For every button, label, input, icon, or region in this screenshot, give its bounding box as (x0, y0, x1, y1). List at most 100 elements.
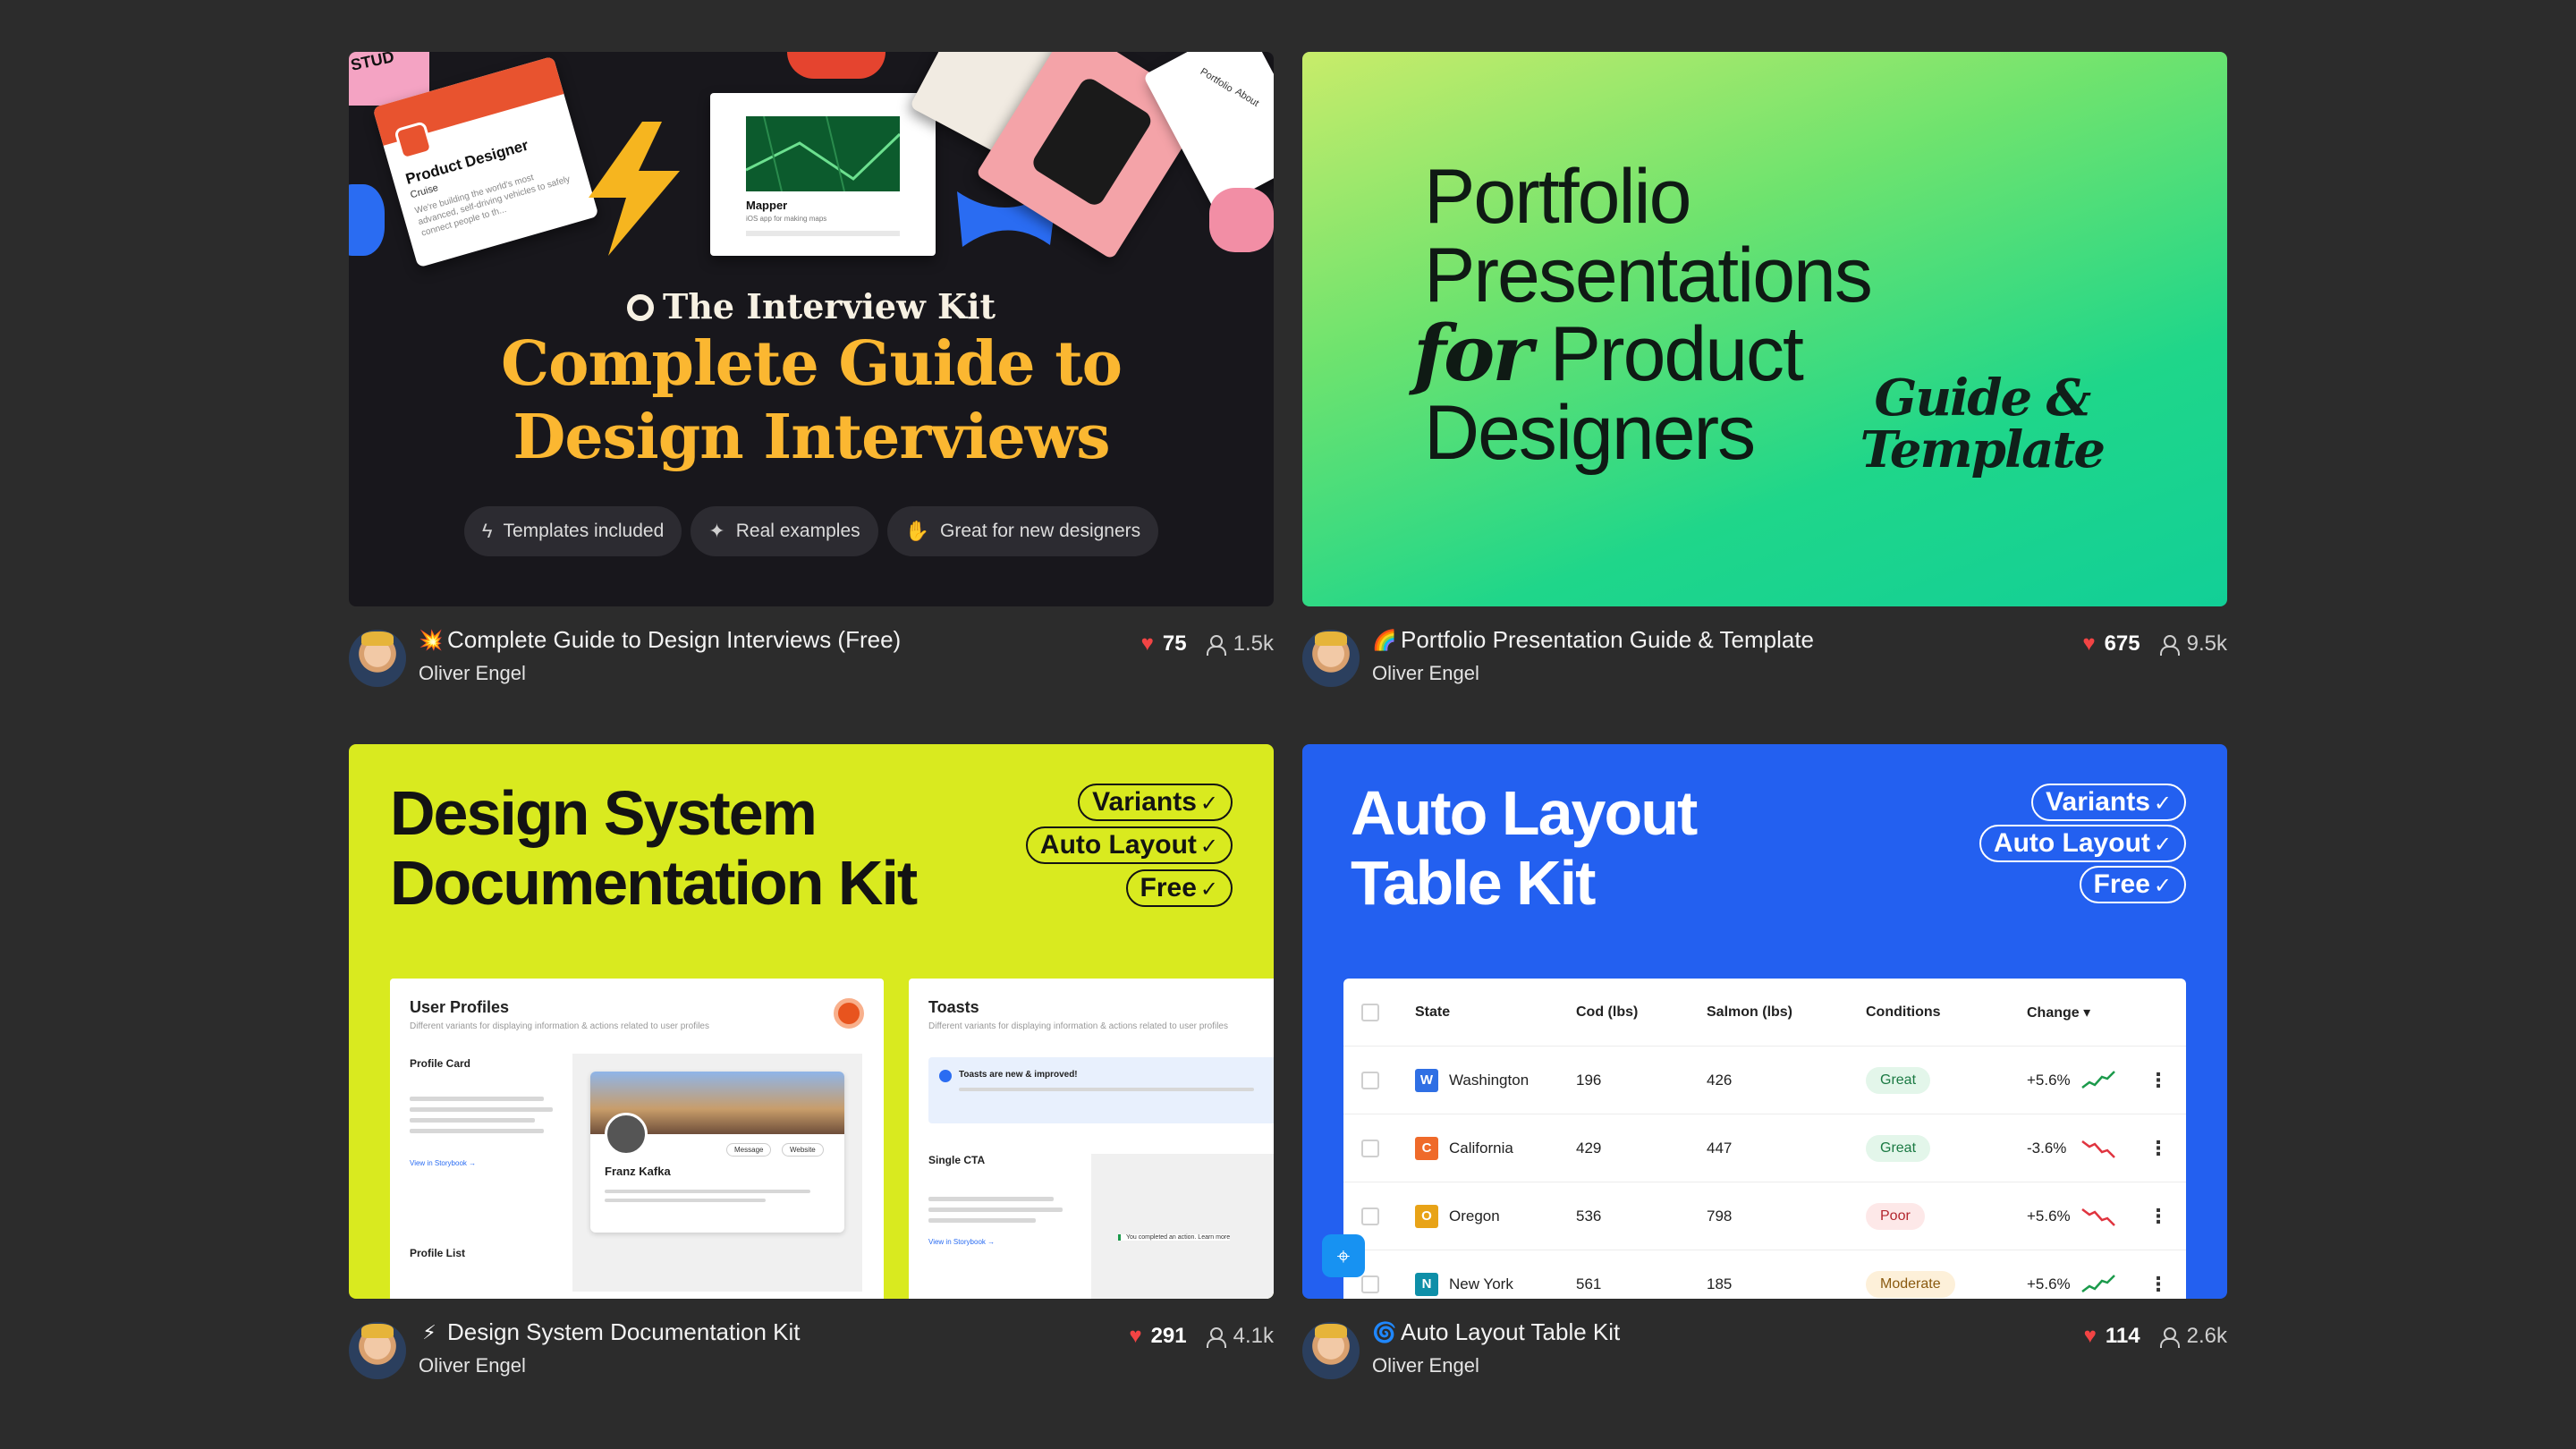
table-row[interactable]: N New York 561 185 Moderate +5.6% ⋮ (1343, 1250, 2186, 1299)
card-title[interactable]: Portfolio Presentation Guide & Template (1401, 626, 1814, 654)
fish-table: State Cod (lbs) Salmon (lbs) Conditions … (1343, 979, 2186, 1299)
row-menu-icon[interactable]: ⋮ (2148, 1137, 2168, 1160)
app-title: Mapper (746, 199, 788, 212)
tag-variants: Variants ✓ (1078, 784, 1233, 821)
doc-section: Profile List (410, 1247, 466, 1259)
table-row[interactable]: W Washington 196 426 Great +5.6% ⋮ (1343, 1046, 2186, 1114)
check-icon: ✓ (1199, 835, 1218, 859)
profile-preview: Franz Kafka Message Website (572, 1054, 862, 1292)
header-state[interactable]: State (1415, 1004, 1450, 1021)
app-text: iOS app for making maps (746, 215, 827, 223)
headline-line-3: for Product (1413, 315, 1871, 394)
file-card-auto-layout-table[interactable]: Auto Layout Table Kit Variants ✓ Auto Lay… (1302, 744, 2227, 1390)
card-title-row: 🌈 Portfolio Presentation Guide & Templat… (1372, 626, 1814, 654)
heart-icon[interactable]: ♥ (1141, 631, 1154, 657)
headline-italic: for (1413, 309, 1533, 399)
tag-auto-layout: Auto Layout ✓ (1025, 826, 1233, 864)
interview-kit-logo: The Interview Kit (349, 286, 1274, 326)
cell-change: -3.6% (2027, 1139, 2067, 1157)
message-button[interactable]: Message (726, 1143, 772, 1157)
doc-link[interactable]: View in Storybook → (410, 1159, 476, 1167)
doc-line (959, 1088, 1254, 1091)
row-checkbox[interactable] (1361, 1071, 1379, 1089)
tag-variants: Variants ✓ (2031, 784, 2186, 821)
condition-badge: Moderate (1866, 1270, 1955, 1298)
header-change[interactable]: Change ▾ (2027, 1004, 2090, 1021)
avatar[interactable] (349, 1322, 406, 1379)
table-row[interactable]: C California 429 447 Great -3.6% ⋮ (1343, 1114, 2186, 1182)
select-all-checkbox[interactable] (1361, 1003, 1379, 1021)
row-checkbox[interactable] (1361, 1275, 1379, 1293)
state-flag-icon: W (1415, 1068, 1438, 1092)
author-name[interactable]: Oliver Engel (1372, 662, 1479, 685)
logo-text: The Interview Kit (662, 286, 996, 326)
check-icon: ✓ (2153, 874, 2172, 898)
tag-label: Free (1140, 873, 1197, 902)
user-icon (1205, 1326, 1226, 1348)
cell-state: New York (1449, 1275, 1513, 1292)
card-title-row: 🌀 Auto Layout Table Kit (1372, 1318, 1620, 1346)
header-cod[interactable]: Cod (lbs) (1576, 1004, 1638, 1021)
row-checkbox[interactable] (1361, 1207, 1379, 1225)
file-card-interview-kit[interactable]: STUD Product Designer Cruise We're build… (349, 52, 1274, 698)
thumbnail-design-system[interactable]: Design System Documentation Kit Variants… (349, 744, 1274, 1299)
row-menu-icon[interactable]: ⋮ (2148, 1205, 2168, 1228)
thumb-headline: Complete Guide to Design Interviews (349, 327, 1274, 474)
file-card-portfolio[interactable]: Portfolio Presentations for Product Desi… (1302, 52, 2227, 698)
check-icon: ✓ (2153, 792, 2172, 816)
title-emoji: 🌀 (1372, 1320, 1397, 1343)
decor-flower-blue (349, 184, 385, 256)
header-salmon[interactable]: Salmon (lbs) (1707, 1004, 1792, 1021)
card-meta: 🌈 Portfolio Presentation Guide & Templat… (1302, 626, 2227, 698)
cell-change: +5.6% (2027, 1071, 2071, 1089)
row-checkbox[interactable] (1361, 1139, 1379, 1157)
doc-link[interactable]: View in Storybook → (928, 1238, 995, 1246)
tag-free: Free ✓ (1125, 869, 1233, 907)
author-name[interactable]: Oliver Engel (419, 1354, 526, 1377)
plugin-button[interactable]: ⌖ (1322, 1234, 1365, 1277)
doc-line (410, 1129, 544, 1133)
card-title[interactable]: Complete Guide to Design Interviews (Fre… (447, 626, 901, 654)
avatar[interactable] (1302, 630, 1360, 687)
cell-state: Oregon (1449, 1207, 1500, 1224)
user-icon (2158, 633, 2180, 656)
author-name[interactable]: Oliver Engel (1372, 1354, 1479, 1377)
tag-label: Auto Layout (1993, 828, 2150, 858)
heart-icon[interactable]: ♥ (1129, 1324, 1141, 1349)
thumbnail-auto-layout-table[interactable]: Auto Layout Table Kit Variants ✓ Auto Lay… (1302, 744, 2227, 1299)
heart-icon[interactable]: ♥ (2084, 1324, 2097, 1349)
doc-subtitle: Different variants for displaying inform… (928, 1021, 1228, 1031)
doc-panel-user-profiles: User Profiles Different variants for dis… (390, 979, 884, 1299)
doc-line (605, 1190, 810, 1193)
avatar[interactable] (349, 630, 406, 687)
header-conditions[interactable]: Conditions (1866, 1004, 1941, 1021)
table-row[interactable]: O Oregon 536 798 Poor +5.6% ⋮ (1343, 1182, 2186, 1250)
card-title[interactable]: Design System Documentation Kit (447, 1318, 801, 1346)
view-count: 9.5k (2186, 631, 2227, 656)
tag-auto-layout: Auto Layout ✓ (1979, 825, 2186, 862)
website-button[interactable]: Website (782, 1143, 824, 1157)
toast-text: Toasts are new & improved! (959, 1070, 1078, 1080)
bolt-icon: ϟ (481, 520, 493, 542)
card-meta: 💥 Complete Guide to Design Interviews (F… (349, 626, 1274, 698)
heart-icon[interactable]: ♥ (2082, 631, 2095, 657)
thumbnail-portfolio[interactable]: Portfolio Presentations for Product Desi… (1302, 52, 2227, 606)
check-icon: ✓ (1199, 792, 1218, 816)
tag-free: Free ✓ (2079, 866, 2186, 903)
like-count: 75 (1162, 631, 1187, 656)
headline-line-2: Documentation Kit (390, 848, 918, 918)
pill-new-designers: ✋ Great for new designers (886, 506, 1159, 556)
thumbnail-interview-kit[interactable]: STUD Product Designer Cruise We're build… (349, 52, 1274, 606)
headline-line-4: Designers (1424, 390, 1756, 476)
toast-preview: Toasts are new & improved! (928, 1057, 1274, 1123)
card-title[interactable]: Auto Layout Table Kit (1401, 1318, 1620, 1346)
toast-preview-2: You completed an action. Learn more (1091, 1154, 1274, 1299)
doc-panel-toasts: Toasts Different variants for displaying… (909, 979, 1274, 1299)
row-menu-icon[interactable]: ⋮ (2148, 1069, 2168, 1092)
author-name[interactable]: Oliver Engel (419, 662, 526, 685)
file-card-design-system[interactable]: Design System Documentation Kit Variants… (349, 744, 1274, 1390)
card-stats: ♥ 75 1.5k (1141, 631, 1274, 657)
toast-2-text: You completed an action. Learn more (1118, 1234, 1231, 1241)
avatar[interactable] (1302, 1322, 1360, 1379)
row-menu-icon[interactable]: ⋮ (2148, 1273, 2168, 1296)
